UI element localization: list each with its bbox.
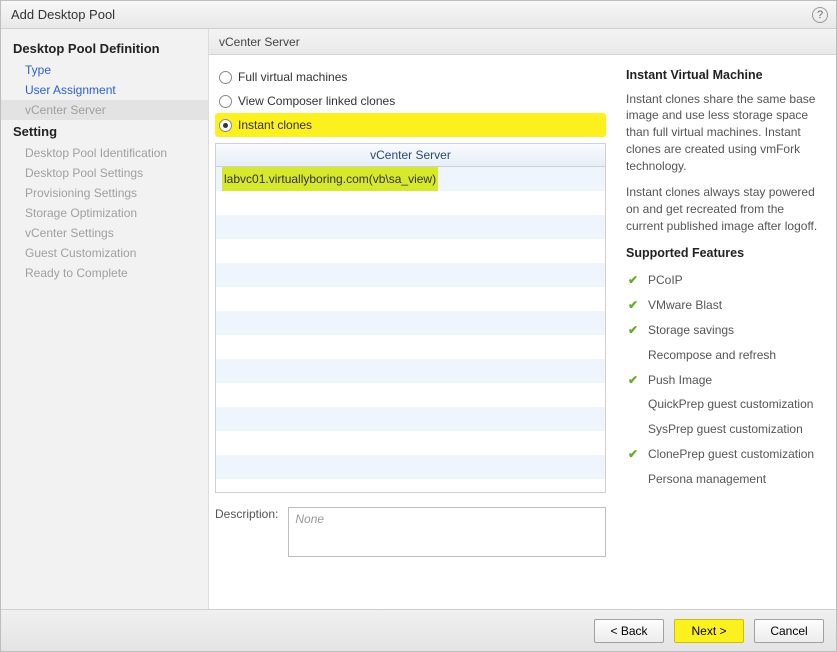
feature-item: ✔ Push Image: [626, 368, 824, 393]
table-row[interactable]: [216, 455, 605, 479]
check-icon: ✔: [628, 272, 638, 289]
check-icon: ✔: [628, 446, 638, 463]
feature-item: ✔ PCoIP: [626, 268, 824, 293]
table-row[interactable]: labvc01.virtuallyboring.com(vb\sa_view): [216, 167, 605, 191]
cell: labvc01.virtuallyboring.com(vb\sa_view): [222, 167, 438, 191]
feature-label: QuickPrep guest customization: [648, 397, 813, 411]
help-icon[interactable]: ?: [812, 7, 828, 23]
radio-view-composer-linked-clones[interactable]: View Composer linked clones: [215, 89, 606, 113]
main-body: Full virtual machines View Composer link…: [209, 55, 836, 609]
table-row[interactable]: [216, 287, 605, 311]
table-row[interactable]: [216, 191, 605, 215]
feature-label: PCoIP: [648, 273, 683, 287]
feature-item: QuickPrep guest customization: [626, 392, 824, 417]
feature-label: Storage savings: [648, 323, 734, 337]
table-row[interactable]: [216, 215, 605, 239]
feature-item: Persona management: [626, 467, 824, 492]
main-header: vCenter Server: [209, 29, 836, 55]
radio-label: Full virtual machines: [238, 70, 347, 84]
sidebar-section-definition: Desktop Pool Definition: [1, 37, 208, 60]
radio-full-virtual-machines[interactable]: Full virtual machines: [215, 65, 606, 89]
sidebar-item-provisioning-settings: Provisioning Settings: [1, 183, 208, 203]
feature-item: ✔ ClonePrep guest customization: [626, 442, 824, 467]
sidebar-item-vcenter-settings: vCenter Settings: [1, 223, 208, 243]
sidebar-section-setting: Setting: [1, 120, 208, 143]
radio-label: View Composer linked clones: [238, 94, 395, 108]
radio-icon: [219, 71, 232, 84]
table-row[interactable]: [216, 263, 605, 287]
feature-label: Recompose and refresh: [648, 348, 776, 362]
check-icon: ✔: [628, 372, 638, 389]
radio-label: Instant clones: [238, 118, 312, 132]
footer: < Back Next > Cancel: [1, 609, 836, 651]
table-row[interactable]: [216, 383, 605, 407]
main: vCenter Server Full virtual machines Vie…: [209, 29, 836, 609]
cancel-button[interactable]: Cancel: [754, 619, 824, 643]
table-row[interactable]: [216, 359, 605, 383]
window-title: Add Desktop Pool: [11, 7, 115, 22]
sidebar-item-desktop-pool-settings: Desktop Pool Settings: [1, 163, 208, 183]
table-rows: labvc01.virtuallyboring.com(vb\sa_view): [216, 167, 605, 492]
table-row[interactable]: [216, 479, 605, 492]
check-icon: ✔: [628, 322, 638, 339]
check-icon: ✔: [628, 297, 638, 314]
next-button[interactable]: Next >: [674, 619, 744, 643]
sidebar-item-vcenter-server[interactable]: vCenter Server: [1, 100, 208, 120]
info-heading: Instant Virtual Machine: [626, 67, 824, 85]
table-row[interactable]: [216, 335, 605, 359]
info-para: Instant clones share the same base image…: [626, 91, 824, 175]
radio-icon: [219, 119, 232, 132]
feature-item: ✔ Storage savings: [626, 318, 824, 343]
radio-instant-clones[interactable]: Instant clones: [215, 113, 606, 137]
feature-item: Recompose and refresh: [626, 343, 824, 368]
center-panel: Full virtual machines View Composer link…: [209, 55, 620, 609]
features-heading: Supported Features: [626, 245, 824, 263]
sidebar-item-guest-customization: Guest Customization: [1, 243, 208, 263]
feature-label: ClonePrep guest customization: [648, 447, 814, 461]
sidebar: Desktop Pool Definition Type User Assign…: [1, 29, 209, 609]
description-label: Description:: [215, 507, 278, 521]
table-row[interactable]: [216, 431, 605, 455]
table-row[interactable]: [216, 311, 605, 335]
feature-label: Persona management: [648, 472, 766, 486]
feature-label: Push Image: [648, 373, 712, 387]
vcenter-table: vCenter Server labvc01.virtuallyboring.c…: [215, 143, 606, 493]
table-header: vCenter Server: [216, 144, 605, 167]
features-list: ✔ PCoIP ✔ VMware Blast ✔ Storage savings Recom…: [626, 268, 824, 491]
feature-label: SysPrep guest customization: [648, 422, 803, 436]
sidebar-item-type[interactable]: Type: [1, 60, 208, 80]
body: Desktop Pool Definition Type User Assign…: [1, 29, 836, 609]
table-row[interactable]: [216, 407, 605, 431]
info-panel: Instant Virtual Machine Instant clones s…: [620, 55, 836, 609]
info-para: Instant clones always stay powered on an…: [626, 184, 824, 234]
sidebar-item-desktop-pool-identification: Desktop Pool Identification: [1, 143, 208, 163]
feature-item: SysPrep guest customization: [626, 417, 824, 442]
table-row[interactable]: [216, 239, 605, 263]
sidebar-item-user-assignment[interactable]: User Assignment: [1, 80, 208, 100]
feature-item: ✔ VMware Blast: [626, 293, 824, 318]
description-row: Description: None: [215, 507, 606, 557]
sidebar-item-storage-optimization: Storage Optimization: [1, 203, 208, 223]
feature-label: VMware Blast: [648, 298, 722, 312]
wizard-window: Add Desktop Pool ? Desktop Pool Definiti…: [0, 0, 837, 652]
sidebar-item-ready-to-complete: Ready to Complete: [1, 263, 208, 283]
radio-icon: [219, 95, 232, 108]
description-box: None: [288, 507, 606, 557]
titlebar: Add Desktop Pool ?: [1, 1, 836, 29]
back-button[interactable]: < Back: [594, 619, 664, 643]
